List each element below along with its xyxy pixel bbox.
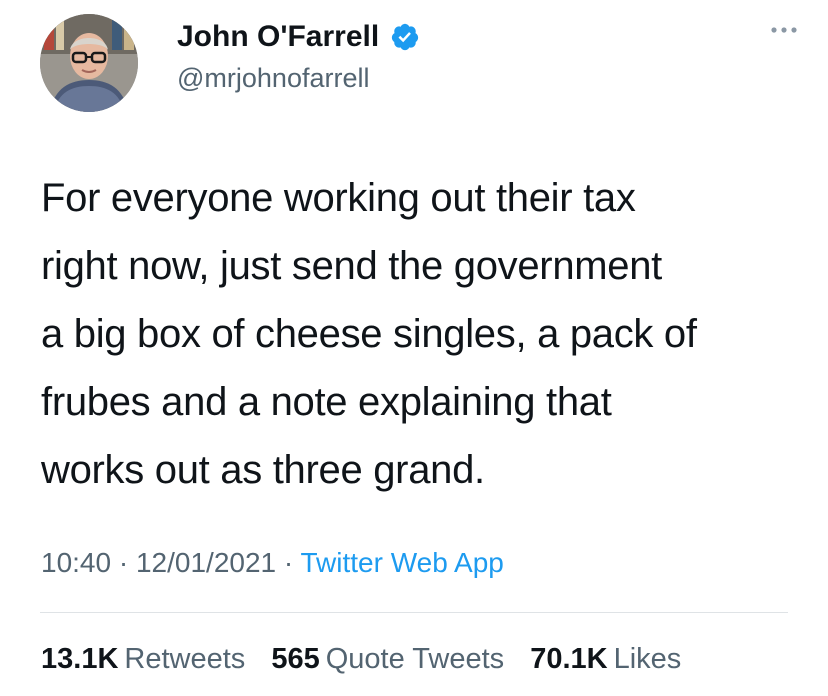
- tweet-date[interactable]: 12/01/2021: [136, 547, 276, 578]
- tweet-meta: 10:40 · 12/01/2021 · Twitter Web App: [41, 545, 504, 581]
- tweet-text-line: frubes and a note explaining that: [41, 380, 612, 424]
- author-handle[interactable]: @mrjohnofarrell: [177, 60, 420, 96]
- quote-tweets-count: 565: [271, 643, 320, 675]
- more-options-icon[interactable]: [768, 24, 800, 36]
- tweet-stats: 13.1K Retweets 565 Quote Tweets 70.1K Likes: [41, 641, 699, 677]
- divider: [40, 612, 788, 613]
- tweet-text-line: a big box of cheese singles, a pack of: [41, 312, 697, 356]
- tweet-source-link[interactable]: Twitter Web App: [301, 547, 504, 578]
- tweet-time[interactable]: 10:40: [41, 547, 111, 578]
- tweet-text-line: For everyone working out their tax: [41, 176, 636, 220]
- author-display-name[interactable]: John O'Farrell: [177, 18, 379, 56]
- tweet-header: John O'Farrell @mrjohnofarrell: [40, 14, 800, 114]
- tweet-text-line: works out as three grand.: [41, 448, 485, 492]
- retweets-label: Retweets: [124, 643, 246, 675]
- quote-tweets-label: Quote Tweets: [325, 643, 505, 675]
- tweet-text-line: right now, just send the government: [41, 244, 662, 288]
- likes-stat[interactable]: 70.1K Likes: [530, 641, 681, 677]
- verified-badge-icon: [391, 23, 418, 51]
- likes-count: 70.1K: [530, 643, 608, 675]
- retweets-stat[interactable]: 13.1K Retweets: [41, 641, 245, 677]
- meta-separator: ·: [111, 547, 136, 578]
- likes-label: Likes: [613, 643, 682, 675]
- retweets-count: 13.1K: [41, 643, 119, 675]
- tweet-text: For everyone working out their tax right…: [41, 164, 811, 504]
- tweet-card: John O'Farrell @mrjohnofarrell For every…: [0, 0, 828, 696]
- author-info: John O'Farrell @mrjohnofarrell: [177, 18, 420, 96]
- person-avatar-icon: [40, 14, 138, 112]
- quote-tweets-stat[interactable]: 565 Quote Tweets: [271, 641, 504, 677]
- meta-separator: ·: [276, 547, 301, 578]
- avatar[interactable]: [40, 14, 138, 112]
